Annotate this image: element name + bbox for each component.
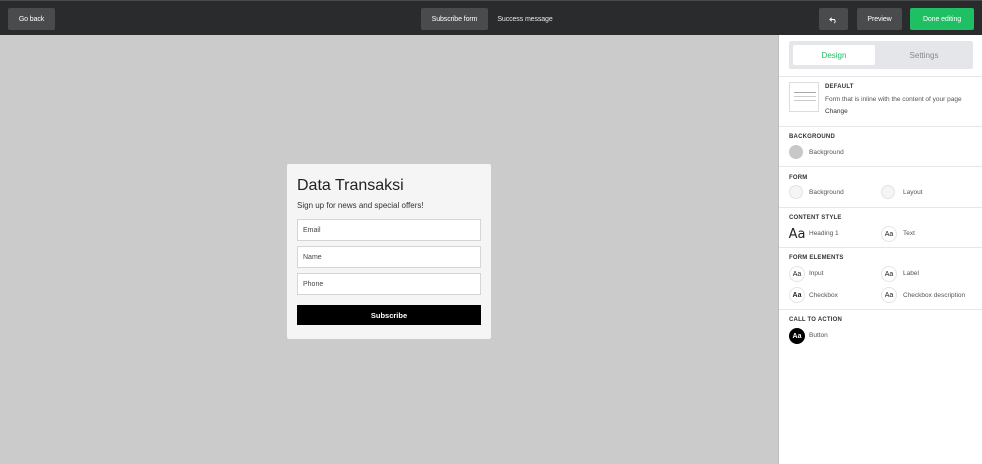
layout-description: Form that is inline with the content of …: [825, 96, 962, 103]
form-elements-heading: FORM ELEMENTS: [789, 255, 844, 261]
phone-field[interactable]: Phone: [297, 273, 481, 295]
checkbox-description-style-icon[interactable]: Aa: [881, 287, 897, 303]
layout-name: DEFAULT: [825, 84, 854, 90]
form-subtitle[interactable]: Sign up for news and special offers!: [297, 201, 481, 211]
go-back-button[interactable]: Go back: [8, 8, 55, 30]
preview-button[interactable]: Preview: [857, 8, 902, 30]
input-label[interactable]: Input: [809, 270, 823, 277]
divider: [779, 126, 982, 127]
button-label[interactable]: Button: [809, 332, 828, 339]
done-editing-button[interactable]: Done editing: [910, 8, 974, 30]
divider: [779, 166, 982, 167]
text-label[interactable]: Text: [903, 230, 915, 237]
form-title[interactable]: Data Transaksi: [297, 177, 481, 195]
form-background-swatch[interactable]: [789, 185, 803, 199]
design-panel: Design Settings DEFAULT Form that is inl…: [778, 35, 982, 464]
checkbox-label[interactable]: Checkbox: [809, 292, 838, 299]
background-color-swatch[interactable]: [789, 145, 803, 159]
divider: [779, 309, 982, 310]
tab-success-message[interactable]: Success message: [493, 8, 557, 30]
tab-subscribe-form[interactable]: Subscribe form: [421, 8, 488, 30]
divider: [779, 247, 982, 248]
text-style-icon[interactable]: Aa: [881, 226, 897, 242]
checkbox-description-label[interactable]: Checkbox description: [903, 292, 965, 299]
tab-design[interactable]: Design: [793, 45, 875, 65]
email-field[interactable]: Email: [297, 219, 481, 241]
cta-heading: CALL TO ACTION: [789, 317, 843, 323]
undo-button[interactable]: [819, 8, 848, 30]
form-layout-swatch[interactable]: [881, 185, 895, 199]
form-layout-label[interactable]: Layout: [903, 189, 923, 196]
label-label[interactable]: Label: [903, 270, 919, 277]
divider: [779, 76, 982, 77]
subscribe-button[interactable]: Subscribe: [297, 305, 481, 325]
background-label[interactable]: Background: [809, 149, 844, 156]
undo-icon: [829, 16, 836, 23]
label-style-icon[interactable]: Aa: [881, 266, 897, 282]
heading-style-icon[interactable]: Aa: [788, 226, 806, 242]
subscribe-form-preview[interactable]: Data Transaksi Sign up for news and spec…: [287, 164, 491, 339]
button-style-icon[interactable]: Aa: [789, 328, 805, 344]
form-heading: FORM: [789, 175, 808, 181]
editor-canvas: Data Transaksi Sign up for news and spec…: [0, 35, 778, 464]
layout-thumbnail[interactable]: [789, 82, 819, 112]
background-heading: BACKGROUND: [789, 134, 835, 140]
input-style-icon[interactable]: Aa: [789, 266, 805, 282]
divider: [779, 207, 982, 208]
checkbox-style-icon[interactable]: Aa: [789, 287, 805, 303]
panel-tabs: Design Settings: [789, 41, 973, 69]
change-layout-link[interactable]: Change: [825, 108, 848, 115]
tab-settings[interactable]: Settings: [883, 45, 965, 65]
top-bar: Go back Subscribe form Success message P…: [0, 0, 982, 35]
form-background-label[interactable]: Background: [809, 189, 844, 196]
name-field[interactable]: Name: [297, 246, 481, 268]
heading1-label[interactable]: Heading 1: [809, 230, 839, 237]
content-style-heading: CONTENT STYLE: [789, 215, 842, 221]
